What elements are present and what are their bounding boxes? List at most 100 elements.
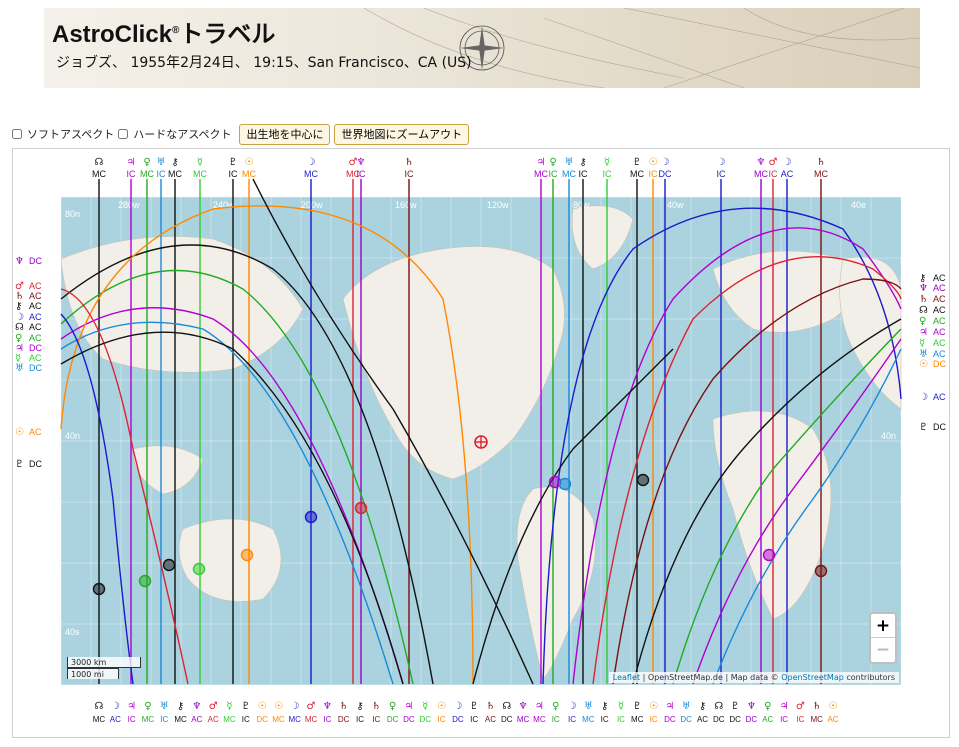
angle-label: IC [157, 169, 167, 179]
leaflet-link[interactable]: Leaflet [613, 673, 640, 682]
left-angle-label: AC [29, 281, 42, 291]
left-angle-label: DC [29, 363, 42, 373]
bottom-angle-label: DC [729, 715, 741, 724]
zoom-control: + − [869, 612, 897, 664]
bottom-planet-glyph-icon: ☿ [422, 701, 428, 712]
planet-glyph-icon: ♀ [549, 157, 556, 168]
planet-glyph-icon: ♅ [565, 157, 574, 168]
planet-glyph-icon: ☽ [661, 157, 670, 168]
soft-aspect-checkbox[interactable] [12, 129, 22, 139]
osm-link[interactable]: OpenStreetMap [781, 673, 844, 682]
right-planet-glyph-icon: ♀ [919, 316, 926, 327]
angle-label: MC [92, 169, 106, 179]
bottom-angle-label: DC [387, 715, 399, 724]
bottom-planet-glyph-icon: ☉ [829, 701, 838, 712]
right-planet-glyph-icon: ☿ [919, 338, 925, 349]
bottom-angle-label: MC [631, 715, 644, 724]
header-banner: AstroClick®トラベル ジョブズ、 1955年2月24日、 19:15、… [44, 8, 920, 88]
planet-marker-icon [240, 548, 254, 562]
angle-label: IC [357, 169, 367, 179]
angle-label: AC [781, 169, 794, 179]
bottom-planet-glyph-icon: ♅ [160, 701, 169, 712]
planet-glyph-icon: ☿ [604, 157, 610, 168]
bottom-planet-glyph-icon: ♃ [535, 701, 544, 712]
bottom-angle-label: AC [485, 715, 496, 724]
angle-label: MC [754, 169, 768, 179]
bottom-planet-glyph-icon: ☽ [290, 701, 299, 712]
angle-label: MC [168, 169, 182, 179]
bottom-angle-label: DC [746, 715, 758, 724]
map-attribution: Leaflet | OpenStreetMap.de | Map data © … [608, 672, 899, 683]
bottom-planet-glyph-icon: ♀ [764, 701, 771, 712]
right-angle-label: AC [933, 392, 946, 402]
bottom-planet-glyph-icon: ⚷ [177, 701, 184, 712]
center-birthplace-button[interactable]: 出生地を中心に [239, 123, 331, 145]
bottom-planet-glyph-icon: ♄ [486, 701, 495, 712]
bottom-angle-label: MC [582, 715, 595, 724]
right-planet-glyph-icon: ☽ [919, 392, 928, 403]
hard-aspect-checkbox[interactable] [118, 129, 129, 139]
bottom-angle-label: MC [142, 715, 155, 724]
bottom-angle-label: AC [827, 715, 838, 724]
bottom-planet-glyph-icon: ☉ [274, 701, 283, 712]
zoom-out-world-button[interactable]: 世界地図にズームアウト [334, 123, 470, 145]
bottom-angle-label: AC [697, 715, 708, 724]
longitude-label: 160w [395, 200, 417, 210]
planet-glyph-icon: ☽ [307, 157, 316, 168]
bottom-planet-glyph-icon: ♇ [731, 701, 740, 712]
right-planet-glyph-icon: ♃ [919, 327, 928, 338]
bottom-angle-label: IC [552, 715, 560, 724]
left-planet-glyph-icon: ♅ [15, 363, 24, 374]
angle-label: MC [630, 169, 644, 179]
astro-map[interactable]: 280w 240w 200w 160w 120w 80w 40w 40e 80n 40n 40s 40… [12, 148, 950, 738]
map-scale: 3000 km 1000 mi [67, 657, 141, 679]
angle-label: DC [659, 169, 672, 179]
angle-label: MC [562, 169, 576, 179]
bottom-planet-glyph-icon: ⚷ [356, 701, 363, 712]
bottom-planet-glyph-icon: ♃ [127, 701, 136, 712]
left-angle-label: DC [29, 459, 42, 469]
right-angle-label: DC [933, 422, 946, 432]
angle-label: IC [579, 169, 589, 179]
soft-aspect-label: ソフトアスペクト [27, 128, 115, 141]
bottom-angle-label: MC [174, 715, 187, 724]
bottom-angle-label: DC [680, 715, 692, 724]
planet-marker-icon [92, 582, 106, 596]
bottom-angle-label: DC [452, 715, 464, 724]
planet-marker-icon [192, 562, 206, 576]
bottom-angle-label: MC [93, 715, 106, 724]
soft-aspect-toggle[interactable]: ソフトアスペクト [12, 126, 114, 142]
bottom-planet-glyph-icon: ♇ [470, 701, 479, 712]
map-canvas[interactable]: 280w 240w 200w 160w 120w 80w 40w 40e80n40n40s40… [13, 149, 949, 737]
bottom-planet-glyph-icon: ♅ [584, 701, 593, 712]
planet-glyph-icon: ♄ [405, 157, 414, 168]
bottom-planet-glyph-icon: ♃ [665, 701, 674, 712]
bottom-planet-glyph-icon: ☊ [502, 701, 511, 712]
planet-glyph-icon: ♃ [537, 157, 546, 168]
bottom-planet-glyph-icon: ♇ [633, 701, 642, 712]
bottom-planet-glyph-icon: ☿ [226, 701, 232, 712]
planet-glyph-icon: ⚷ [171, 157, 178, 168]
bottom-planet-glyph-icon: ♃ [404, 701, 413, 712]
hard-aspect-toggle[interactable]: ハードなアスペクト [118, 126, 231, 142]
longitude-label: 40e [851, 200, 866, 210]
angle-label: IC [549, 169, 559, 179]
planet-glyph-icon: ♇ [229, 157, 238, 168]
planet-glyph-icon: ♇ [633, 157, 642, 168]
bottom-angle-label: IC [160, 715, 168, 724]
planet-glyph-icon: ☊ [95, 157, 104, 168]
bottom-angle-label: AC [762, 715, 773, 724]
angle-label: IC [603, 169, 613, 179]
bottom-angle-label: IC [128, 715, 136, 724]
left-angle-label: DC [29, 343, 42, 353]
zoom-in-button[interactable]: + [871, 614, 895, 638]
right-angle-label: AC [933, 305, 946, 315]
bottom-angle-label: DC [256, 715, 268, 724]
right-angle-label: AC [933, 349, 946, 359]
bottom-planet-glyph-icon: ☿ [618, 701, 624, 712]
left-planet-glyph-icon: ♆ [15, 256, 24, 267]
bottom-angle-label: IC [617, 715, 625, 724]
bottom-angle-label: IC [650, 715, 658, 724]
zoom-out-button[interactable]: − [871, 638, 895, 662]
bottom-planet-glyph-icon: ♄ [812, 701, 821, 712]
